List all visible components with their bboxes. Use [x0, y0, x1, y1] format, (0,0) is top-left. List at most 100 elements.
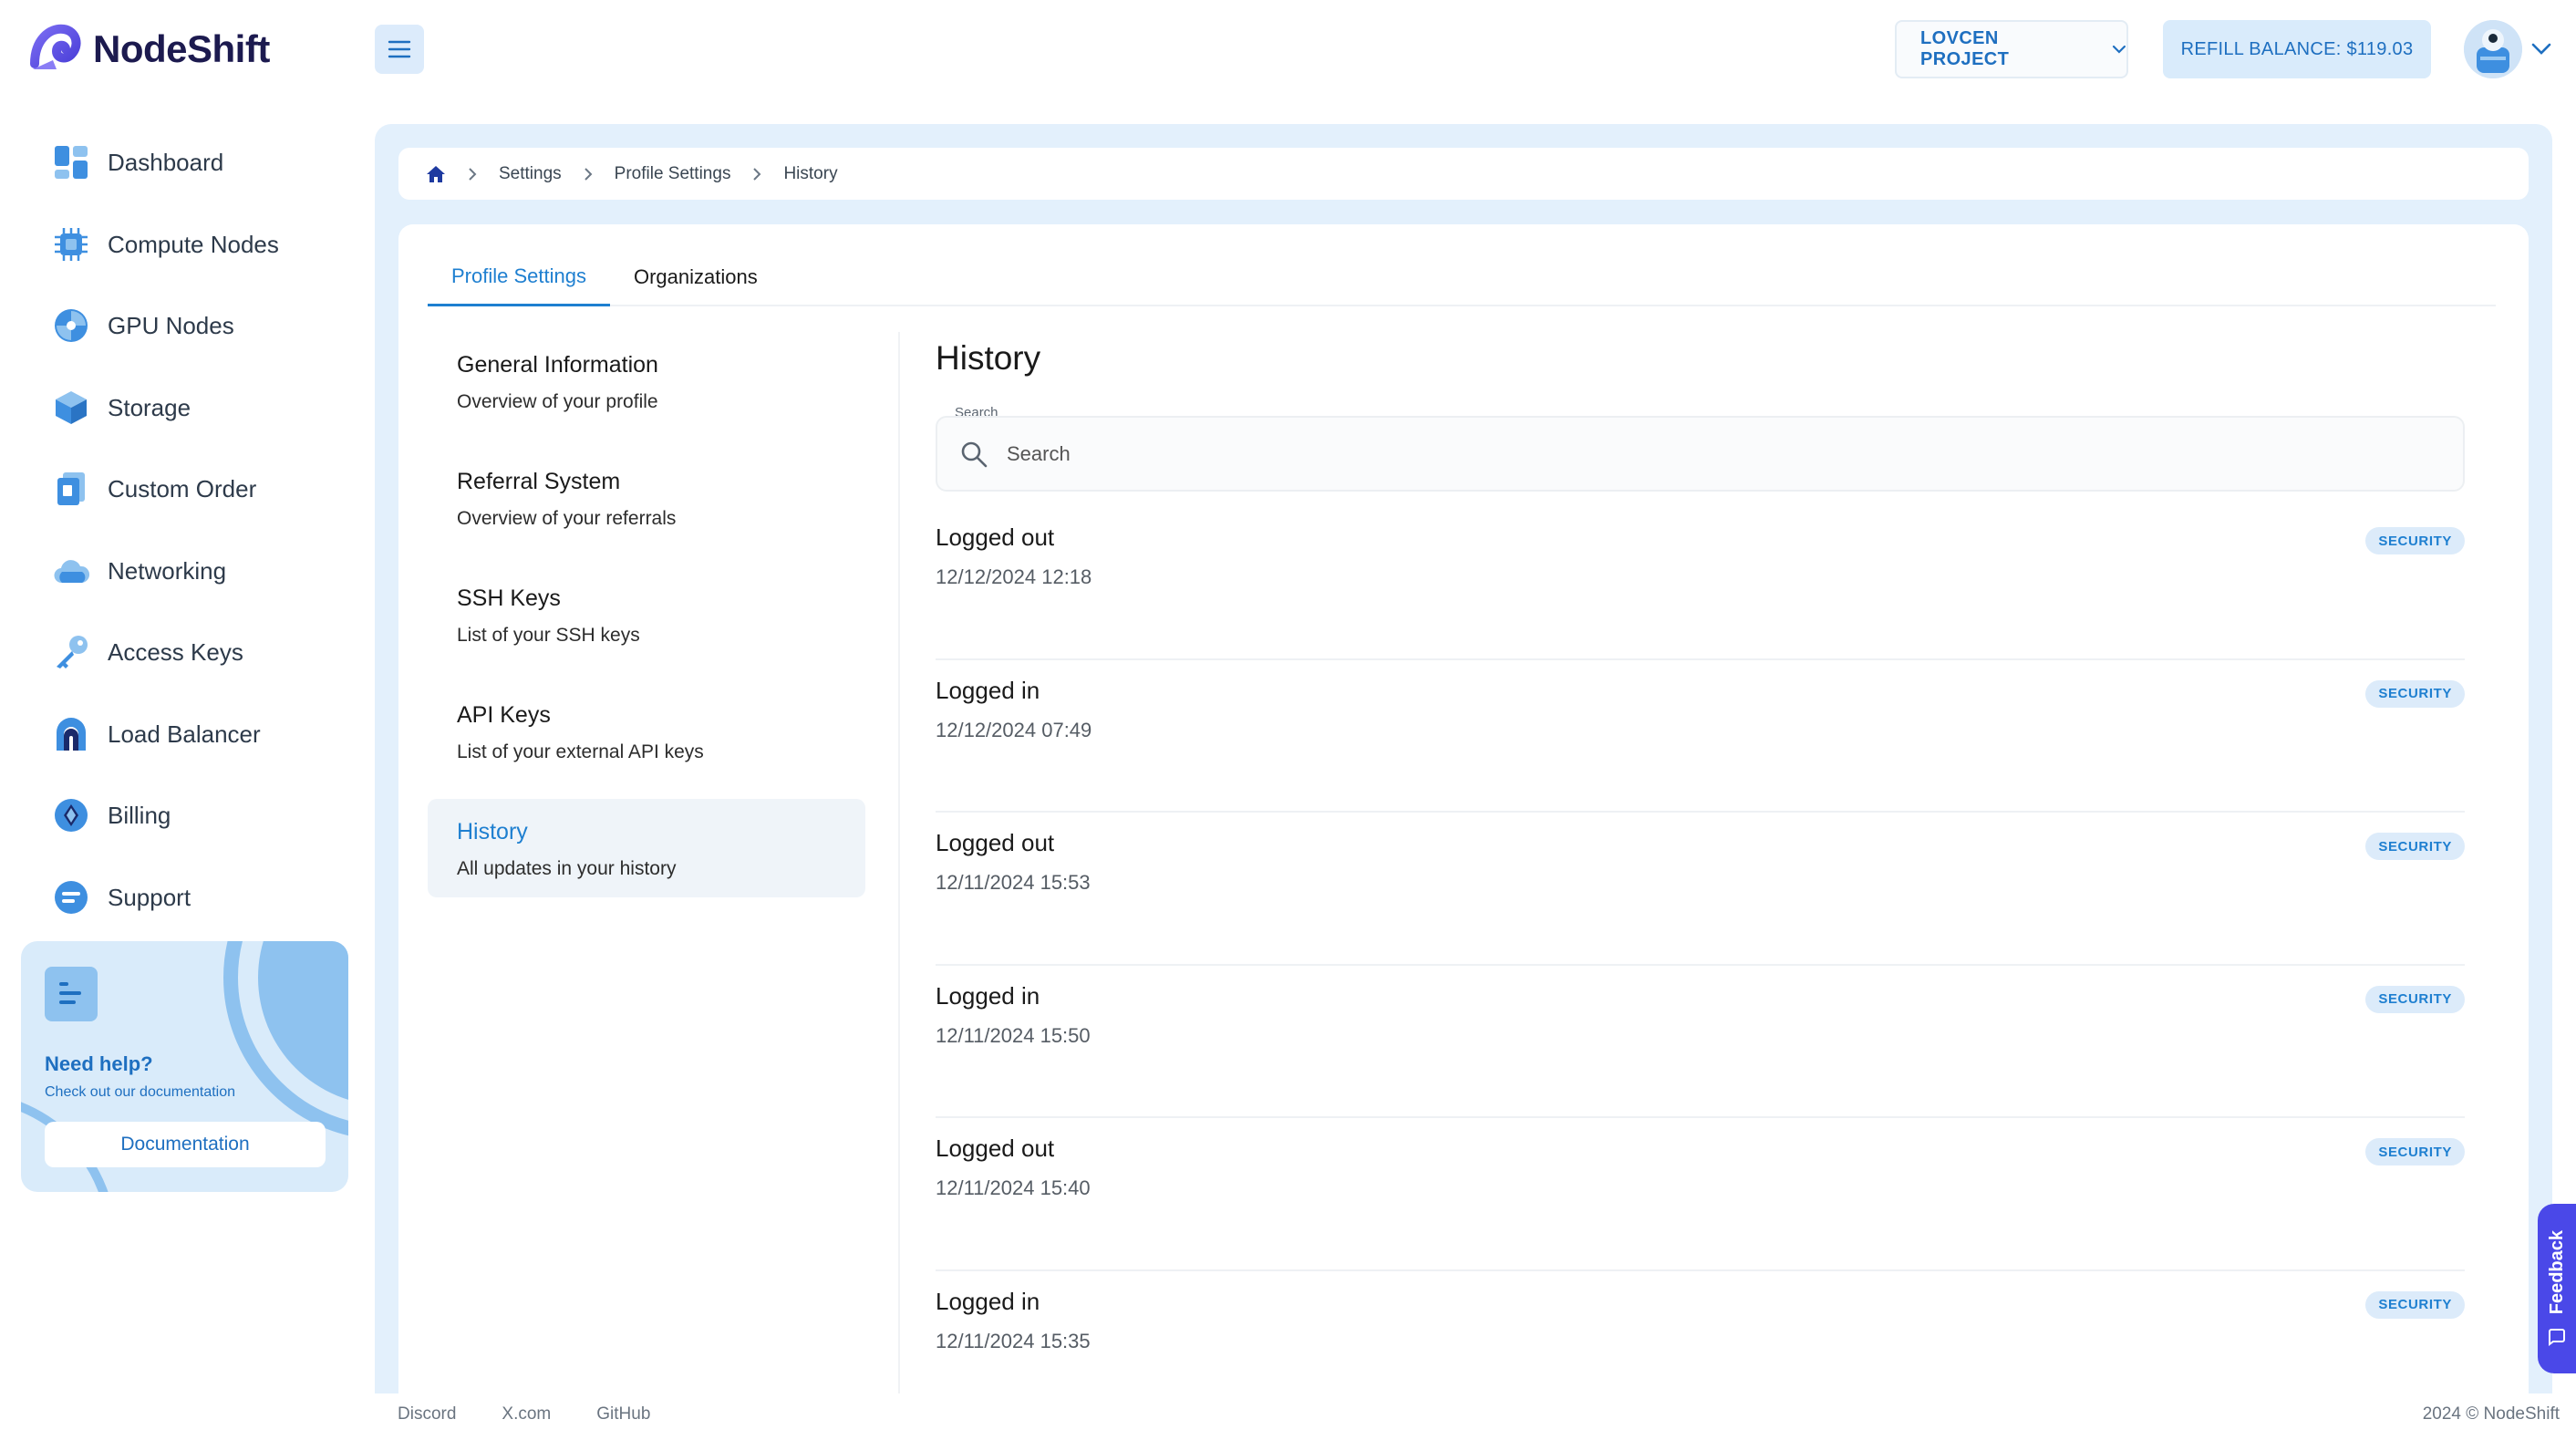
sidebar-item-compute-nodes[interactable]: Compute Nodes — [53, 219, 279, 270]
balance-amount: $119.03 — [2346, 38, 2414, 59]
sidebar-item-label: Dashboard — [108, 148, 224, 176]
brand-name: NodeShift — [93, 27, 270, 70]
sidebar-item-support[interactable]: Support — [53, 872, 191, 923]
history-event: Logged out — [936, 1134, 1055, 1162]
status-badge: SECURITY — [2365, 1290, 2465, 1319]
tab-organizations[interactable]: Organizations — [610, 248, 781, 306]
status-badge: SECURITY — [2365, 527, 2465, 554]
history-event: Logged in — [936, 676, 1040, 704]
menu-item-referral-system[interactable]: Referral System Overview of your referra… — [428, 449, 865, 547]
history-timestamp: 12/11/2024 15:53 — [936, 871, 1091, 894]
history-event: Logged in — [936, 981, 1040, 1010]
project-select-label: LOVCEN PROJECT — [1920, 28, 2010, 69]
history-timestamp: 12/12/2024 12:18 — [936, 565, 1092, 588]
sidebar-item-label: Load Balancer — [108, 720, 261, 748]
history-list: Logged out 12/12/2024 12:18 SECURITY Log… — [936, 507, 2465, 1424]
copyright: 2024 © NodeShift — [2422, 1404, 2560, 1424]
search-input[interactable] — [1007, 441, 2374, 466]
list-item: Logged out 12/11/2024 15:40 SECURITY — [936, 1118, 2465, 1271]
chevron-right-icon — [584, 167, 593, 181]
sidebar-item-billing[interactable]: Billing — [53, 790, 171, 841]
list-item: Logged out 12/11/2024 15:53 SECURITY — [936, 813, 2465, 966]
menu-item-description: List of your SSH keys — [457, 625, 640, 646]
list-item: Logged out 12/12/2024 12:18 SECURITY — [936, 507, 2465, 660]
menu-item-title: General Information — [457, 352, 658, 378]
sidebar-item-access-keys[interactable]: Access Keys — [53, 627, 243, 678]
status-badge: SECURITY — [2365, 679, 2465, 708]
diamond-icon — [53, 797, 89, 834]
history-timestamp: 12/11/2024 15:40 — [936, 1176, 1091, 1199]
sidebar-item-label: Custom Order — [108, 474, 257, 502]
history-event: Logged out — [936, 829, 1055, 856]
help-doc-icon — [45, 967, 98, 1021]
sidebar-item-label: Networking — [108, 556, 227, 585]
documentation-button[interactable]: Documentation — [45, 1122, 326, 1167]
menu-item-title: History — [457, 819, 528, 844]
menu-toggle-button[interactable] — [375, 25, 424, 74]
breadcrumb-history: History — [783, 163, 838, 183]
status-badge: SECURITY — [2365, 985, 2465, 1013]
history-event: Logged in — [936, 1287, 1040, 1315]
status-badge: SECURITY — [2365, 1138, 2465, 1165]
history-timestamp: 12/12/2024 07:49 — [936, 718, 1092, 741]
hamburger-icon — [388, 40, 411, 58]
menu-item-general-information[interactable]: General Information Overview of your pro… — [428, 332, 865, 430]
menu-item-description: Overview of your profile — [457, 391, 658, 412]
feedback-button[interactable]: Feedback — [2538, 1204, 2576, 1373]
footer-links: Discord X.com GitHub — [398, 1404, 650, 1424]
history-event: Logged out — [936, 523, 1055, 551]
project-select[interactable]: LOVCEN PROJECT — [1895, 20, 2128, 78]
document-icon — [53, 471, 89, 507]
menu-item-title: SSH Keys — [457, 585, 561, 611]
page-title: History — [936, 339, 1041, 377]
chip-icon — [53, 226, 89, 263]
sidebar-item-label: Access Keys — [108, 637, 243, 666]
refill-balance-button[interactable]: REFILL BALANCE: $119.03 — [2163, 20, 2431, 78]
footer-link-github[interactable]: GitHub — [596, 1404, 650, 1424]
sidebar-item-custom-order[interactable]: Custom Order — [53, 463, 256, 514]
sidebar-item-label: Compute Nodes — [108, 230, 279, 258]
sidebar-item-storage[interactable]: Storage — [53, 382, 191, 433]
chat-icon — [53, 879, 89, 916]
search-field[interactable] — [936, 416, 2465, 492]
nodeshift-logo-icon — [30, 24, 81, 69]
tab-profile-settings[interactable]: Profile Settings — [428, 248, 610, 306]
status-badge: SECURITY — [2365, 833, 2465, 860]
sidebar-item-load-balancer[interactable]: Load Balancer — [53, 709, 261, 760]
menu-item-description: Overview of your referrals — [457, 508, 677, 529]
cloud-icon — [53, 553, 89, 589]
sidebar-item-networking[interactable]: Networking — [53, 545, 226, 596]
main-panel: Settings Profile Settings History Profil… — [375, 124, 2552, 1393]
list-item: Logged in 12/11/2024 15:35 SECURITY — [936, 1271, 2465, 1424]
breadcrumb-profile-settings[interactable]: Profile Settings — [615, 164, 731, 184]
menu-item-ssh-keys[interactable]: SSH Keys List of your SSH keys — [428, 565, 865, 664]
menu-item-api-keys[interactable]: API Keys List of your external API keys — [428, 682, 865, 781]
user-menu[interactable] — [2464, 20, 2551, 78]
menu-item-title: API Keys — [457, 702, 551, 728]
sidebar-item-label: Support — [108, 883, 191, 911]
history-timestamp: 12/11/2024 15:50 — [936, 1023, 1091, 1047]
avatar — [2464, 20, 2522, 78]
history-timestamp: 12/11/2024 15:35 — [936, 1329, 1091, 1352]
search-icon — [961, 441, 988, 467]
list-item: Logged in 12/12/2024 07:49 SECURITY — [936, 660, 2465, 813]
sidebar-item-label: GPU Nodes — [108, 311, 234, 339]
sidebar-item-gpu-nodes[interactable]: GPU Nodes — [53, 300, 234, 351]
breadcrumb: Settings Profile Settings History — [398, 148, 2529, 200]
menu-item-history[interactable]: History All updates in your history — [428, 799, 865, 897]
balancer-icon — [53, 716, 89, 752]
tabs: Profile Settings Organizations — [428, 248, 2496, 306]
dashboard-icon — [53, 144, 89, 181]
chevron-down-icon — [2112, 45, 2126, 54]
breadcrumb-settings[interactable]: Settings — [499, 164, 562, 184]
vertical-divider — [898, 332, 900, 1393]
footer-link-discord[interactable]: Discord — [398, 1404, 456, 1424]
sidebar-item-dashboard[interactable]: Dashboard — [53, 137, 223, 188]
cube-icon — [53, 389, 89, 426]
brand-logo[interactable]: NodeShift — [29, 24, 270, 75]
footer-link-x[interactable]: X.com — [502, 1404, 551, 1424]
help-title: Need help? — [45, 1052, 153, 1075]
home-icon[interactable] — [426, 165, 446, 183]
list-item: Logged in 12/11/2024 15:50 SECURITY — [936, 966, 2465, 1118]
content-card: Profile Settings Organizations General I… — [398, 224, 2529, 1393]
